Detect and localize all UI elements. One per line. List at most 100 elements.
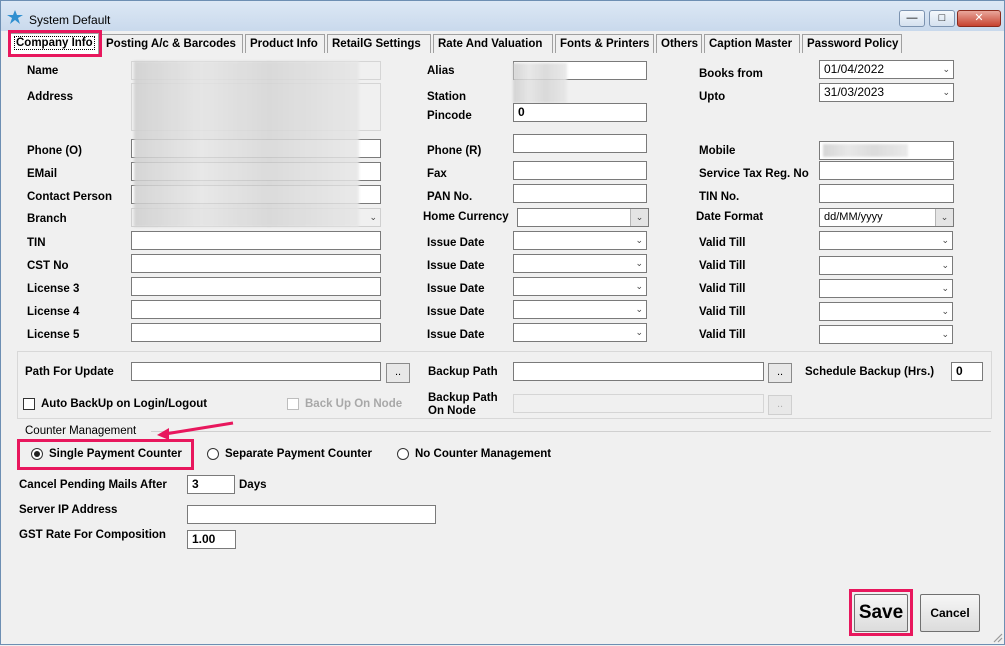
license4-label: License 4 bbox=[27, 306, 80, 318]
issue-date-select-3[interactable]: ⌄ bbox=[513, 277, 647, 296]
backup-path-label: Backup Path bbox=[428, 366, 498, 378]
valid-till-select-3[interactable]: ⌄ bbox=[819, 279, 953, 298]
phone-r-input[interactable] bbox=[513, 134, 647, 153]
upto-date[interactable]: 31/03/2023 ⌄ bbox=[819, 83, 954, 102]
tab-password-policy[interactable]: Password Policy bbox=[802, 34, 902, 53]
license5-input[interactable] bbox=[131, 323, 381, 342]
server-ip-input[interactable] bbox=[187, 505, 436, 524]
schedule-backup-input[interactable]: 0 bbox=[951, 362, 983, 381]
separate-payment-counter-label: Separate Payment Counter bbox=[225, 448, 372, 460]
single-payment-counter-radio[interactable] bbox=[31, 448, 43, 460]
chevron-down-icon: ⌄ bbox=[941, 235, 949, 245]
tab-others[interactable]: Others bbox=[656, 34, 702, 53]
tab-posting-barcodes[interactable]: Posting A/c & Barcodes bbox=[101, 34, 243, 53]
valid-till-label-4: Valid Till bbox=[699, 306, 746, 318]
valid-till-label-2: Valid Till bbox=[699, 260, 746, 272]
cancel-mails-label: Cancel Pending Mails After bbox=[19, 479, 167, 491]
tab-retailg-settings[interactable]: RetailG Settings bbox=[327, 34, 431, 53]
tab-rate-valuation[interactable]: Rate And Valuation bbox=[433, 34, 553, 53]
cst-input[interactable] bbox=[131, 254, 381, 273]
backup-path-node-input[interactable] bbox=[513, 394, 764, 413]
backup-path-input[interactable] bbox=[513, 362, 764, 381]
chevron-down-icon: ⌄ bbox=[635, 304, 643, 314]
annotation-arrow-icon bbox=[157, 421, 234, 440]
license3-label: License 3 bbox=[27, 283, 80, 295]
backup-path-node-browse-button[interactable]: .. bbox=[768, 395, 792, 415]
valid-till-label-5: Valid Till bbox=[699, 329, 746, 341]
license4-input[interactable] bbox=[131, 300, 381, 319]
redacted-company-details bbox=[134, 61, 359, 227]
issue-date-select-1[interactable]: ⌄ bbox=[513, 231, 647, 250]
window-title: System Default bbox=[29, 13, 111, 27]
tin-input[interactable] bbox=[131, 231, 381, 250]
title-bar: System Default — □ ✕ bbox=[1, 1, 1004, 31]
mobile-label: Mobile bbox=[699, 145, 736, 157]
pan-label: PAN No. bbox=[427, 191, 473, 203]
tab-product-info[interactable]: Product Info bbox=[245, 34, 325, 53]
chevron-down-icon: ⌄ bbox=[369, 212, 377, 222]
separate-payment-counter-radio[interactable] bbox=[207, 448, 219, 460]
cancel-mails-input[interactable]: 3 bbox=[187, 475, 235, 494]
chevron-down-icon: ⌄ bbox=[635, 235, 643, 245]
tin-no-input[interactable] bbox=[819, 184, 954, 203]
backup-path-browse-button[interactable]: .. bbox=[768, 363, 792, 383]
gst-rate-input[interactable]: 1.00 bbox=[187, 530, 236, 549]
issue-date-select-4[interactable]: ⌄ bbox=[513, 300, 647, 319]
pan-input[interactable] bbox=[513, 184, 647, 203]
tab-caption-master[interactable]: Caption Master bbox=[704, 34, 800, 53]
date-format-label: Date Format bbox=[696, 211, 764, 223]
cst-label: CST No bbox=[27, 260, 69, 272]
maximize-icon: □ bbox=[938, 12, 946, 24]
valid-till-select-1[interactable]: ⌄ bbox=[819, 231, 953, 250]
no-counter-management-radio[interactable] bbox=[397, 448, 409, 460]
path-update-browse-button[interactable]: .. bbox=[386, 363, 410, 383]
minimize-button[interactable]: — bbox=[899, 10, 925, 27]
counter-group-line bbox=[151, 431, 991, 432]
upto-label: Upto bbox=[699, 91, 726, 103]
backup-on-node-label: Back Up On Node bbox=[305, 398, 403, 410]
issue-date-select-5[interactable]: ⌄ bbox=[513, 323, 647, 342]
valid-till-select-2[interactable]: ⌄ bbox=[819, 256, 953, 275]
issue-date-label-1: Issue Date bbox=[427, 237, 485, 249]
backup-path-node-label-line2: On Node bbox=[428, 405, 476, 417]
license3-input[interactable] bbox=[131, 277, 381, 296]
chevron-down-icon: ⌄ bbox=[635, 327, 643, 337]
backup-on-node-checkbox[interactable] bbox=[287, 398, 299, 410]
chevron-down-icon: ⌄ bbox=[635, 258, 643, 268]
pincode-input[interactable]: 0 bbox=[513, 103, 647, 122]
resize-grip-icon[interactable] bbox=[991, 631, 1003, 643]
tin-label: TIN bbox=[27, 237, 46, 249]
home-currency-select[interactable]: ⌄ bbox=[517, 208, 649, 227]
contact-person-label: Contact Person bbox=[27, 191, 112, 203]
maximize-button[interactable]: □ bbox=[929, 10, 955, 27]
issue-date-select-2[interactable]: ⌄ bbox=[513, 254, 647, 273]
station-label: Station bbox=[427, 91, 466, 103]
server-ip-label: Server IP Address bbox=[19, 504, 118, 516]
tab-fonts-printers[interactable]: Fonts & Printers bbox=[555, 34, 654, 53]
branch-label: Branch bbox=[27, 213, 67, 225]
path-update-input[interactable] bbox=[131, 362, 381, 381]
tin-no-label: TIN No. bbox=[699, 191, 740, 203]
email-label: EMail bbox=[27, 168, 58, 180]
close-icon: ✕ bbox=[974, 12, 984, 24]
chevron-down-icon: ⌄ bbox=[941, 329, 949, 339]
tab-company-info[interactable]: Company Info bbox=[9, 33, 99, 54]
cancel-button[interactable]: Cancel bbox=[920, 594, 980, 632]
save-button[interactable]: Save bbox=[854, 594, 908, 632]
date-format-select[interactable]: dd/MM/yyyy ⌄ bbox=[819, 208, 954, 227]
service-tax-input[interactable] bbox=[819, 161, 954, 180]
alias-label: Alias bbox=[427, 65, 455, 77]
issue-date-label-4: Issue Date bbox=[427, 306, 485, 318]
auto-backup-checkbox[interactable] bbox=[23, 398, 35, 410]
system-default-window: System Default — □ ✕ Company Info Postin… bbox=[0, 0, 1005, 645]
chevron-down-icon: ⌄ bbox=[941, 283, 949, 293]
phone-r-label: Phone (R) bbox=[427, 145, 482, 157]
close-button[interactable]: ✕ bbox=[957, 10, 1001, 27]
schedule-backup-label: Schedule Backup (Hrs.) bbox=[805, 366, 935, 378]
minimize-icon: — bbox=[906, 12, 918, 24]
fax-input[interactable] bbox=[513, 161, 647, 180]
books-from-date[interactable]: 01/04/2022 ⌄ bbox=[819, 60, 954, 79]
auto-backup-label: Auto BackUp on Login/Logout bbox=[41, 398, 208, 410]
valid-till-select-4[interactable]: ⌄ bbox=[819, 302, 953, 321]
valid-till-select-5[interactable]: ⌄ bbox=[819, 325, 953, 344]
